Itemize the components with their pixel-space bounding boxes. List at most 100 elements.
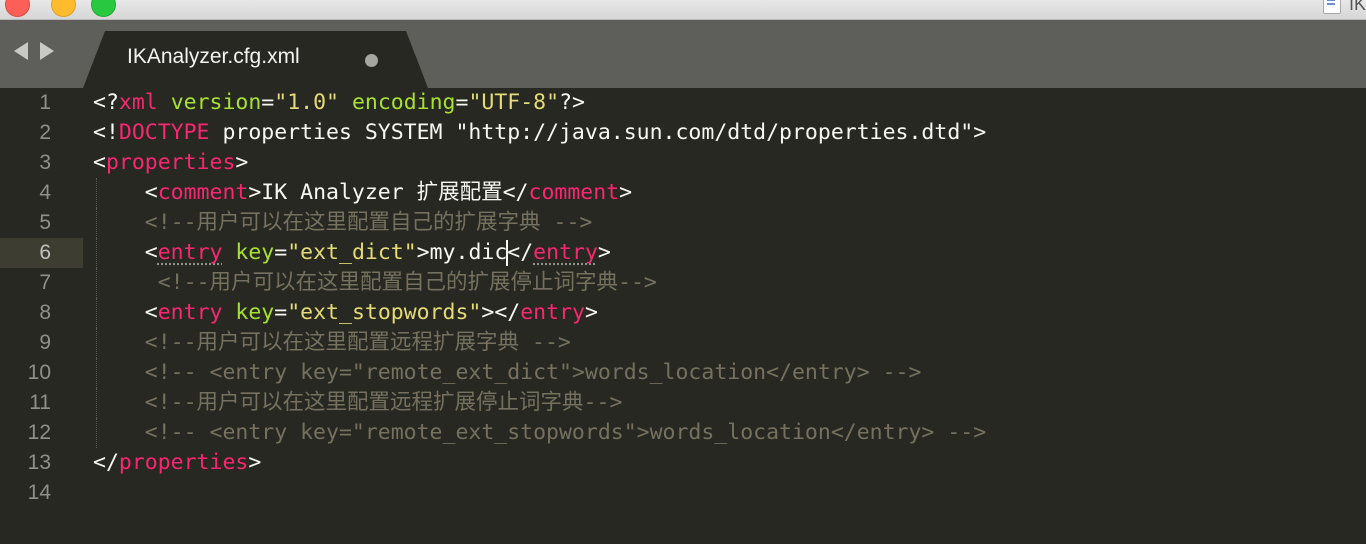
code-line[interactable]: 14 (0, 478, 1366, 508)
line-gutter[interactable]: 8 (0, 298, 83, 328)
line-code: <!--用户可以在这里配置远程扩展字典 --> (93, 328, 571, 358)
code-line[interactable]: 8 <entry key="ext_stopwords"></entry> (0, 298, 1366, 328)
code-token: = (274, 300, 288, 325)
previous-tab-arrow-icon[interactable] (14, 42, 28, 60)
close-window-button[interactable] (5, 0, 30, 17)
code-token: properties (105, 150, 236, 175)
line-number: 13 (27, 451, 51, 474)
code-line[interactable]: 1 <?xml version="1.0" encoding="UTF-8"?> (0, 88, 1366, 118)
line-number: 6 (39, 241, 51, 264)
line-code: </properties> (93, 448, 261, 478)
code-token: version (170, 90, 262, 115)
line-code: <!-- <entry key="remote_ext_dict">words_… (93, 358, 922, 388)
tab-bar: IKAnalyzer.cfg.xml (0, 20, 1366, 88)
line-number: 11 (29, 391, 51, 414)
window-title-text: IK (1348, 0, 1366, 14)
line-gutter[interactable]: 13 (0, 448, 83, 478)
code-token: > (248, 450, 262, 475)
code-token: key (235, 240, 275, 265)
minimize-window-button[interactable] (51, 0, 76, 17)
line-gutter[interactable]: 5 (0, 208, 83, 238)
code-line[interactable]: 3 <properties> (0, 148, 1366, 178)
line-code: <entry key="ext_stopwords"></entry> (93, 298, 598, 328)
code-token: comment (528, 180, 620, 205)
line-gutter[interactable]: 11 (0, 388, 83, 418)
code-token: = (261, 90, 275, 115)
code-token: properties SYSTEM "http://java.sun.com/d… (209, 120, 987, 145)
code-editor[interactable]: 1 <?xml version="1.0" encoding="UTF-8"?> 2… (0, 88, 1366, 544)
code-token: <!-- <entry key="remote_ext_dict">words_… (144, 360, 922, 385)
code-token: xml (118, 90, 158, 115)
line-number: 5 (39, 211, 51, 234)
line-gutter[interactable]: 7 (0, 268, 83, 298)
line-code: <!-- <entry key="remote_ext_stopwords">w… (93, 418, 986, 448)
code-token: = (455, 90, 469, 115)
line-gutter[interactable]: 2 (0, 118, 83, 148)
code-line[interactable]: 7 <!--用户可以在这里配置自己的扩展停止词字典--> (0, 268, 1366, 298)
code-token: <!--用户可以在这里配置远程扩展字典 --> (144, 330, 571, 355)
line-gutter[interactable]: 10 (0, 358, 83, 388)
code-token: <!-- <entry key="remote_ext_stopwords">w… (144, 420, 987, 445)
code-line[interactable]: 12 <!-- <entry key="remote_ext_stopwords… (0, 418, 1366, 448)
line-gutter[interactable]: 3 (0, 148, 83, 178)
line-code: <!--用户可以在这里配置自己的扩展字典 --> (93, 208, 593, 238)
next-tab-arrow-icon[interactable] (40, 42, 54, 60)
line-number: 1 (39, 91, 51, 114)
code-token: entry (157, 300, 223, 325)
line-gutter[interactable]: 6 (0, 238, 83, 268)
window-title-bar: IK (0, 0, 1366, 20)
code-line[interactable]: 6 <entry key="ext_dict">my.dic</entry> (0, 238, 1366, 268)
line-code: <?xml version="1.0" encoding="UTF-8"?> (93, 88, 585, 118)
code-token: < (93, 180, 158, 205)
code-line[interactable]: 2 <!DOCTYPE properties SYSTEM "http://jav… (0, 118, 1366, 148)
line-number: 12 (27, 421, 51, 444)
line-number: 2 (39, 121, 51, 144)
code-token: "ext_stopwords" (287, 300, 482, 325)
code-token: entry (157, 240, 223, 265)
code-line[interactable]: 13 </properties> (0, 448, 1366, 478)
code-token: </ (507, 240, 534, 265)
line-gutter[interactable]: 4 (0, 178, 83, 208)
code-token: <!--用户可以在这里配置远程扩展停止词字典--> (144, 390, 623, 415)
line-number: 14 (27, 481, 51, 504)
code-token: >my.dic (416, 240, 508, 265)
code-token: </ (93, 450, 119, 475)
line-gutter[interactable]: 1 (0, 88, 83, 118)
maximize-window-button[interactable] (91, 0, 116, 17)
line-code: <!--用户可以在这里配置自己的扩展停止词字典--> (93, 268, 657, 298)
line-gutter[interactable]: 14 (0, 478, 83, 508)
code-token: "ext_dict" (287, 240, 417, 265)
code-token: entry (520, 300, 585, 325)
line-number: 9 (39, 331, 51, 354)
code-token: ?> (559, 90, 585, 115)
line-gutter[interactable]: 12 (0, 418, 83, 448)
line-code: <!--用户可以在这里配置远程扩展停止词字典--> (93, 388, 623, 418)
unsaved-changes-dot-icon[interactable] (365, 54, 378, 67)
code-line[interactable]: 4 <comment>IK Analyzer 扩展配置</comment> (0, 178, 1366, 208)
code-token: ></ (481, 300, 521, 325)
code-line[interactable]: 10 <!-- <entry key="remote_ext_dict">wor… (0, 358, 1366, 388)
line-number: 4 (39, 181, 51, 204)
code-line[interactable]: 5 <!--用户可以在这里配置自己的扩展字典 --> (0, 208, 1366, 238)
code-token: < (93, 150, 106, 175)
line-number: 8 (39, 301, 51, 324)
document-icon (1322, 0, 1341, 14)
code-token: <? (93, 90, 119, 115)
window-title-right: IK (1322, 0, 1366, 14)
code-line[interactable]: 9 <!--用户可以在这里配置远程扩展字典 --> (0, 328, 1366, 358)
code-token: entry (533, 240, 598, 265)
tab-ikanalyzer-cfg-xml[interactable]: IKAnalyzer.cfg.xml (83, 31, 428, 88)
code-line[interactable]: 11 <!--用户可以在这里配置远程扩展停止词字典--> (0, 388, 1366, 418)
line-number: 7 (39, 271, 51, 294)
line-gutter[interactable]: 9 (0, 328, 83, 358)
code-token: = (274, 240, 288, 265)
